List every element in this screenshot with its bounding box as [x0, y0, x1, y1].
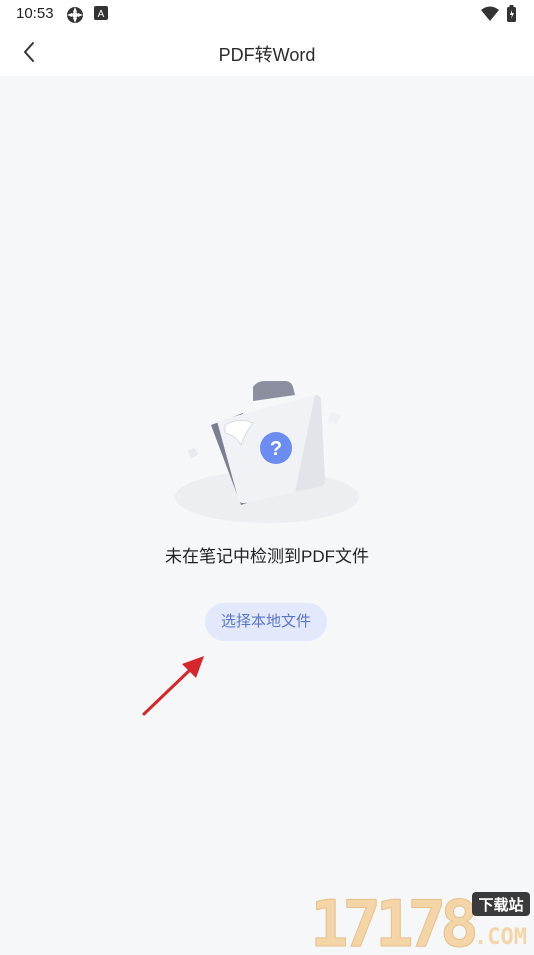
svg-text:A: A: [98, 9, 105, 20]
a-badge-icon: A: [94, 6, 108, 25]
page-title: PDF转Word: [218, 45, 316, 65]
battery-icon: [507, 5, 516, 22]
svg-text:下载站: 下载站: [478, 896, 523, 914]
sync-icon: [66, 6, 84, 29]
status-right: [480, 5, 520, 28]
app-header: PDF转Word: [0, 28, 534, 76]
status-time: 10:53: [16, 5, 54, 22]
red-arrow-icon: [138, 650, 213, 720]
empty-state-message: 未在笔记中检测到PDF文件: [165, 547, 369, 566]
watermark-logo: 17178 下载站 .COM: [308, 888, 534, 955]
folder-question-icon: ?: [165, 375, 370, 535]
svg-text:.COM: .COM: [474, 925, 527, 950]
choose-local-file-button[interactable]: 选择本地文件: [205, 603, 327, 641]
wifi-icon: [481, 6, 499, 21]
status-bar: 10:53 A: [0, 0, 534, 28]
svg-text:17178: 17178: [310, 888, 475, 950]
svg-text:?: ?: [270, 438, 282, 460]
